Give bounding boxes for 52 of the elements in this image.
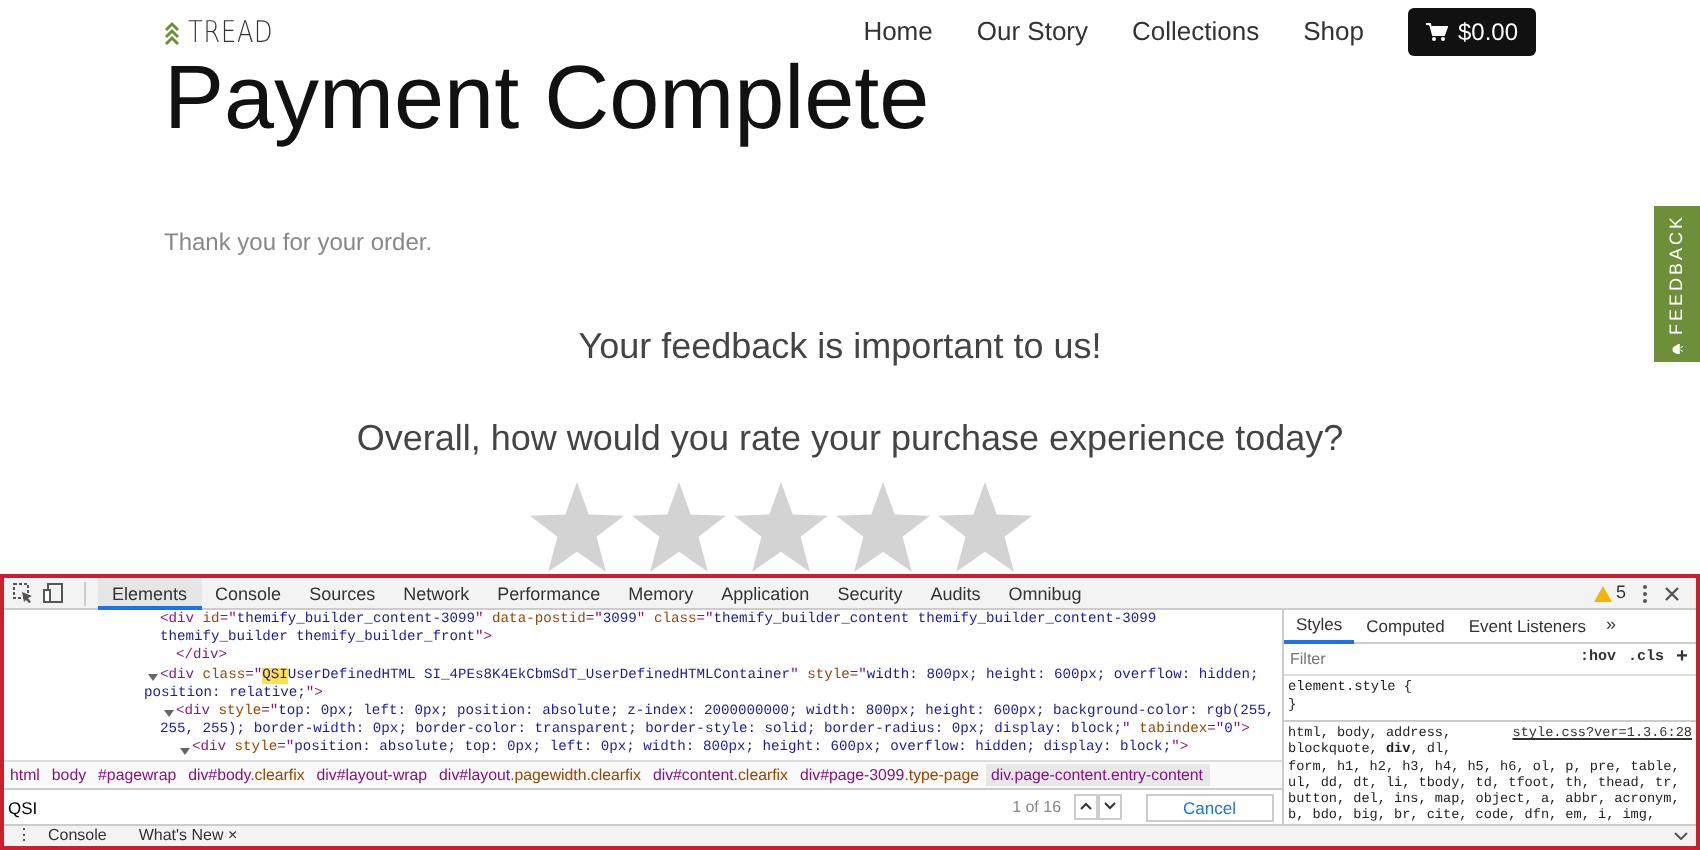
star-icon[interactable]	[529, 481, 623, 571]
star-icon[interactable]	[835, 481, 929, 571]
styles-pane-tab[interactable]: Computed	[1354, 610, 1457, 643]
feedback-heading: Your feedback is important to us!	[576, 323, 1104, 370]
devtools-tab[interactable]: Omnibug	[994, 578, 1096, 609]
devtools-tab[interactable]: Network	[389, 578, 484, 609]
new-rule-button[interactable]: +	[1675, 644, 1688, 674]
device-icon[interactable]	[42, 582, 64, 604]
thank-you-text: Thank you for your order.	[164, 225, 435, 259]
page-title: Payment Complete	[164, 48, 932, 147]
next-match-button[interactable]	[1097, 794, 1122, 820]
nav-link[interactable]: Our Story	[976, 12, 1088, 52]
devtools-tab[interactable]: Performance	[483, 578, 615, 609]
cancel-button[interactable]: Cancel	[1145, 793, 1274, 821]
star-icon[interactable]	[631, 481, 725, 571]
warning-count[interactable]: 5	[1615, 579, 1626, 607]
nav-link[interactable]: Shop	[1303, 12, 1364, 52]
expanded-arrow-icon[interactable]	[180, 745, 190, 756]
up-chevron-icon	[1079, 802, 1092, 811]
warning-icon	[1593, 585, 1612, 601]
logo-icon	[164, 19, 180, 45]
close-icon[interactable]	[1664, 585, 1680, 601]
inspect-icon[interactable]	[12, 582, 34, 604]
cart-button[interactable]: $0.00	[1407, 8, 1536, 56]
nav-link[interactable]: Home	[863, 12, 933, 52]
feedback-tab[interactable]: FEEDBACK	[1654, 206, 1700, 362]
devtools-tab[interactable]: Audits	[916, 578, 995, 609]
star-icon[interactable]	[733, 481, 827, 571]
expanded-arrow-icon[interactable]	[164, 708, 174, 719]
devtools-tab[interactable]: Application	[707, 578, 824, 609]
logo-text: TREAD	[188, 11, 274, 54]
more-tabs-button[interactable]: »	[1605, 612, 1616, 640]
drawer-menu-button[interactable]: ⋮	[16, 826, 32, 846]
match-count: 1 of 16	[1012, 795, 1064, 819]
more-options-icon[interactable]	[1642, 583, 1648, 603]
cart-icon	[1425, 22, 1448, 42]
devtools-tab[interactable]: Sources	[295, 578, 390, 609]
previous-match-button[interactable]	[1073, 794, 1098, 820]
devtools-tab[interactable]: Elements	[98, 578, 202, 609]
nav-link[interactable]: Collections	[1132, 12, 1260, 52]
collapse-icon[interactable]	[1674, 832, 1688, 840]
styles-pane-tab[interactable]: Event Listeners	[1456, 610, 1598, 643]
devtools-tab[interactable]: Console	[201, 578, 296, 609]
expanded-arrow-icon[interactable]	[148, 671, 158, 682]
devtools-tab[interactable]: Memory	[614, 578, 708, 609]
rating-question: Overall, how would you rate your purchase experience today?	[354, 415, 1346, 462]
megaphone-icon	[1667, 343, 1687, 354]
drawer-tab[interactable]: Console	[48, 826, 107, 846]
devtools-tab[interactable]: Security	[823, 578, 917, 609]
star-icon[interactable]	[937, 481, 1031, 571]
drawer-tab[interactable]: What's New ×	[138, 826, 238, 846]
down-chevron-icon	[1103, 802, 1116, 811]
